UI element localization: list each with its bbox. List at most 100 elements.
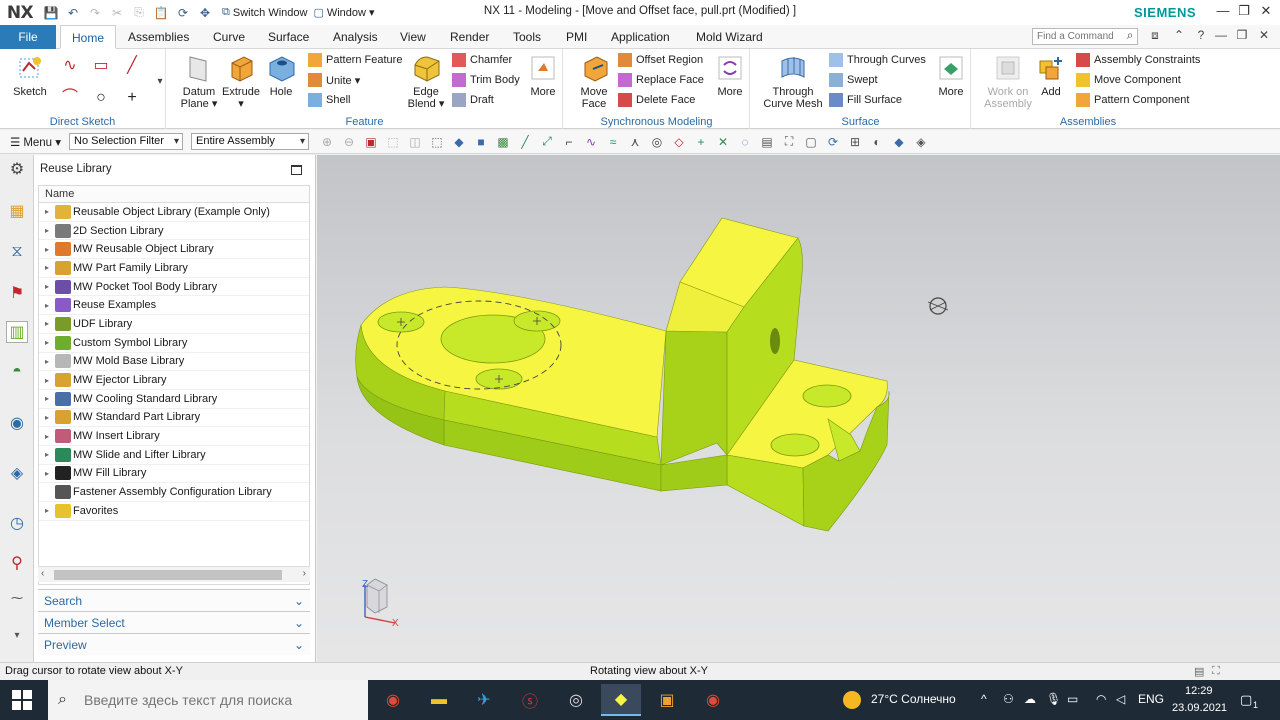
clock-date[interactable]: 23.09.2021 (1172, 702, 1227, 714)
wifi-icon[interactable]: ◠ (1096, 692, 1106, 706)
hd3d-tools-icon[interactable]: ◓ (6, 361, 28, 383)
selection-scope-dropdown[interactable]: Entire Assembly (191, 133, 310, 150)
library-tree-item[interactable]: ▸ MW Ejector Library (39, 371, 309, 390)
doc-minimize-icon[interactable]: — (1212, 28, 1230, 46)
preview-section[interactable]: Preview ⌄ (38, 633, 310, 655)
library-tree-item[interactable]: ▸ MW Standard Part Library (39, 409, 309, 428)
weather-text[interactable]: 27°C Солнечно (871, 692, 956, 706)
midpoint-snap-icon[interactable]: ⋏ (625, 133, 645, 151)
expand-arrow-icon[interactable]: ▸ (39, 413, 55, 422)
file-explorer-icon[interactable]: ▬ (419, 684, 459, 716)
horizontal-scrollbar[interactable]: ‹ › (38, 566, 310, 582)
arc-icon[interactable]: ⌒ (58, 87, 82, 109)
status-options-icon[interactable]: ▤ (1194, 665, 1204, 678)
pattern-component-button[interactable]: Pattern Component (1076, 91, 1189, 109)
library-tree-item[interactable]: ▸ MW Slide and Lifter Library (39, 446, 309, 465)
unite-button[interactable]: Unite ▾ (308, 71, 360, 89)
feature-select-icon[interactable]: ▣ (361, 133, 381, 151)
library-tree-item[interactable]: ▸ Favorites (39, 502, 309, 521)
volume-icon[interactable]: ◁ (1116, 692, 1125, 706)
telegram-icon[interactable]: ✈ (464, 684, 504, 716)
tree-column-header[interactable]: Name (39, 186, 309, 203)
language-indicator[interactable]: ENG (1138, 692, 1164, 706)
library-tree-item[interactable]: Fastener Assembly Configuration Library (39, 483, 309, 502)
windows-start-icon[interactable] (12, 690, 32, 710)
library-tree-item[interactable]: ▸ MW Reusable Object Library (39, 240, 309, 260)
microphone-icon[interactable]: 🎙 (1046, 692, 1061, 706)
cloud-icon[interactable]: ☁ (1024, 692, 1036, 706)
trim-body-button[interactable]: Trim Body (452, 71, 520, 89)
doc-restore-icon[interactable]: ❐ (1233, 28, 1251, 46)
library-tree-item[interactable]: ▸ Reusable Object Library (Example Only) (39, 203, 309, 222)
redo-icon[interactable]: ↷ (86, 4, 104, 22)
switch-window-button[interactable]: ⧉ Switch Window (222, 6, 307, 19)
library-tree-item[interactable]: ▸ MW Fill Library (39, 465, 309, 484)
expand-arrow-icon[interactable]: ▸ (39, 357, 55, 366)
system-materials-icon[interactable]: ⚲ (6, 553, 28, 575)
solid-select-icon[interactable]: ■ (471, 133, 491, 151)
tab-tools[interactable]: Tools (502, 25, 552, 49)
search-section[interactable]: Search ⌄ (38, 589, 310, 611)
library-tree-item[interactable]: ▸ MW Insert Library (39, 427, 309, 446)
web-browser-icon[interactable]: ◉ (6, 413, 28, 435)
rotate-icon[interactable]: ⟳ (823, 133, 843, 151)
deselect-icon[interactable]: ⊖ (339, 133, 359, 151)
fit-view-icon[interactable]: ⛶ (779, 133, 799, 151)
boss-hole[interactable] (770, 328, 780, 354)
draft-button[interactable]: Draft (452, 91, 494, 109)
tab-mold-wizard[interactable]: Mold Wizard (685, 25, 774, 49)
copy-icon[interactable]: ⎘ (130, 4, 148, 22)
rectangle-select-icon[interactable]: ⬚ (427, 133, 447, 151)
status-fullscreen-icon[interactable]: ⛶ (1212, 665, 1220, 678)
layer-icon[interactable]: ◌ (735, 133, 755, 151)
expand-arrow-icon[interactable]: ▸ (39, 432, 55, 441)
restore-button[interactable]: ❐ (1233, 3, 1255, 21)
member-select-section[interactable]: Member Select ⌄ (38, 611, 310, 633)
nx-taskbar-icon[interactable]: ◆ (601, 684, 641, 716)
feature-more-button[interactable]: More (527, 53, 559, 98)
face-select-icon[interactable]: ◫ (405, 133, 425, 151)
network-device-icon[interactable]: ⚇ (1003, 692, 1014, 706)
expand-arrow-icon[interactable]: ▸ (39, 450, 55, 459)
assembly-navigator-icon[interactable]: ⧖ (6, 241, 28, 263)
battery-icon[interactable]: ▭ (1067, 692, 1078, 706)
orient-icon[interactable]: ⊞ (845, 133, 865, 151)
library-tree-item[interactable]: ▸ Reuse Examples (39, 296, 309, 316)
edge-blend-button[interactable]: Edge Blend ▾ (405, 53, 447, 110)
doc-close-icon[interactable]: ✕ (1255, 28, 1273, 46)
pattern-feature-button[interactable]: Pattern Feature (308, 51, 402, 69)
through-curves-button[interactable]: Through Curves (829, 51, 926, 69)
settings-icon[interactable]: ⚙ (6, 159, 28, 181)
tab-view[interactable]: View (389, 25, 437, 49)
expand-arrow-icon[interactable]: ▸ (39, 282, 55, 291)
expand-arrow-icon[interactable]: ▸ (39, 301, 55, 310)
obs-icon[interactable]: ◎ (556, 684, 596, 716)
library-tree-item[interactable]: ▸ MW Part Family Library (39, 259, 309, 278)
flange-hole-2[interactable] (770, 433, 820, 457)
expand-arrow-icon[interactable]: ▸ (39, 207, 55, 216)
paste-icon[interactable]: 📋 (152, 4, 170, 22)
history-icon[interactable]: ◈ (6, 463, 28, 485)
clock-time[interactable]: 12:29 (1185, 685, 1213, 697)
delete-face-button[interactable]: Delete Face (618, 91, 695, 109)
chrome-profile-icon[interactable]: ◉ (693, 684, 733, 716)
window-menu-button[interactable]: ▢ Window ▾ (313, 6, 374, 19)
library-tree-item[interactable]: ▸ Custom Symbol Library (39, 334, 309, 353)
resource-bar-options-icon[interactable]: ▾ (6, 625, 28, 647)
zoom-icon[interactable]: ▢ (801, 133, 821, 151)
expand-arrow-icon[interactable]: ▸ (39, 263, 55, 272)
repeat-command-icon[interactable]: ⟳ (174, 4, 192, 22)
replace-face-button[interactable]: Replace Face (618, 71, 704, 89)
illustrator-icon[interactable]: ▣ (647, 684, 687, 716)
point-icon[interactable]: + (120, 87, 144, 109)
3d-part-model[interactable]: Z X (317, 155, 1280, 662)
library-tree-item[interactable]: ▸ MW Mold Base Library (39, 353, 309, 372)
menu-button[interactable]: ☰ Menu ▾ (10, 135, 61, 149)
sheet-select-icon[interactable]: ▩ (493, 133, 513, 151)
view-cube-icon[interactable]: ◆ (889, 133, 909, 151)
scroll-left-icon[interactable]: ‹ (41, 568, 44, 579)
cut-icon[interactable]: ✂ (108, 4, 126, 22)
expand-arrow-icon[interactable]: ▸ (39, 506, 55, 515)
expand-arrow-icon[interactable]: ▸ (39, 226, 55, 235)
collapse-ribbon-icon[interactable]: ⌃ (1170, 28, 1188, 46)
